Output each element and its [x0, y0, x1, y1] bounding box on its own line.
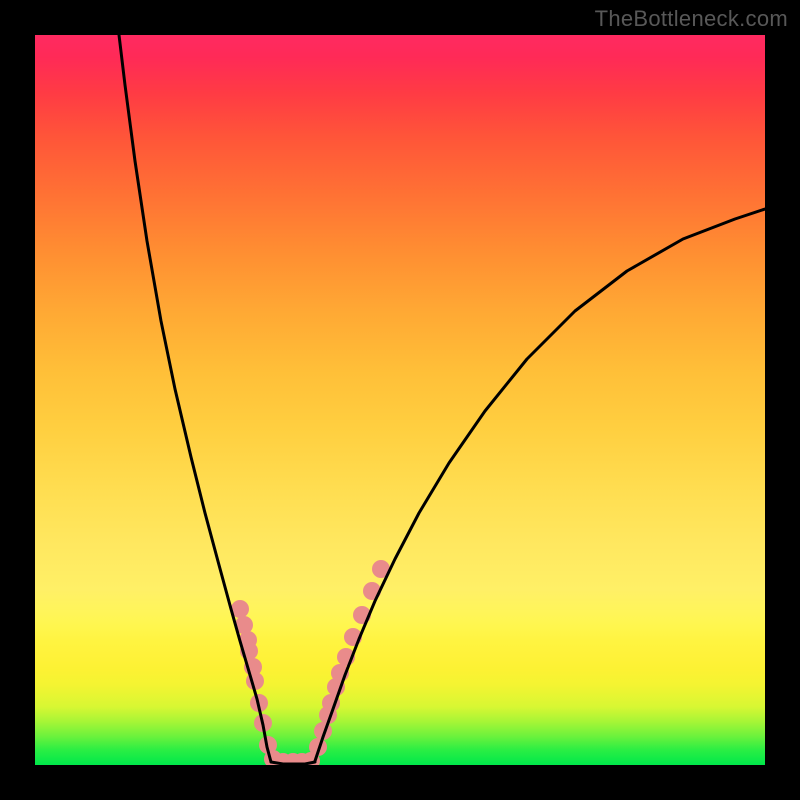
series-right-curve [315, 209, 765, 761]
watermark-text: TheBottleneck.com [595, 6, 788, 32]
curve-layer [119, 35, 765, 764]
marker-layer [231, 560, 390, 765]
chart-svg [35, 35, 765, 765]
plot-area [35, 35, 765, 765]
outer-frame: TheBottleneck.com [0, 0, 800, 800]
